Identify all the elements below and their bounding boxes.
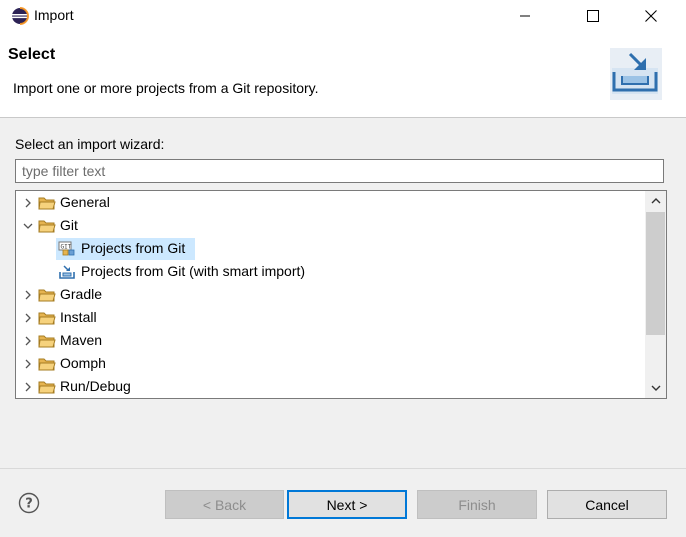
tree-item-label: Projects from Git (with smart import) — [81, 263, 306, 279]
wizard-tree[interactable]: General Git GIT Projects from Git Projec… — [15, 190, 667, 399]
folder-icon — [38, 381, 56, 394]
wizard-list-label: Select an import wizard: — [15, 136, 165, 152]
finish-button[interactable]: Finish — [417, 490, 537, 519]
tree-item-label: Install — [60, 309, 97, 325]
tree-item-oomph[interactable]: Oomph — [16, 353, 644, 375]
page-description: Import one or more projects from a Git r… — [13, 80, 319, 96]
tree-item-label: Run/Debug — [60, 378, 131, 394]
chevron-down-icon — [651, 385, 660, 391]
chevron-right-icon[interactable] — [21, 355, 35, 373]
scroll-thumb[interactable] — [646, 212, 665, 335]
tree-item-git[interactable]: Git — [16, 215, 644, 237]
git-projects-icon: GIT — [58, 241, 75, 256]
minimize-icon — [520, 15, 530, 17]
tree-item-label: Maven — [60, 332, 103, 348]
tree-item-install[interactable]: Install — [16, 307, 644, 329]
chevron-right-icon[interactable] — [21, 194, 35, 212]
eclipse-icon — [12, 7, 29, 25]
folder-icon — [38, 358, 56, 371]
tree-item-gradle[interactable]: Gradle — [16, 284, 644, 306]
close-button[interactable] — [628, 0, 674, 32]
scroll-up-button[interactable] — [645, 191, 666, 211]
help-icon[interactable]: ? — [18, 492, 40, 514]
folder-icon — [38, 197, 56, 210]
minimize-button[interactable] — [502, 0, 548, 32]
page-title: Select — [8, 46, 56, 63]
folder-icon — [38, 335, 56, 348]
tree-item-label: Git — [60, 217, 78, 233]
chevron-right-icon[interactable] — [21, 309, 35, 327]
scroll-down-button[interactable] — [645, 378, 666, 398]
chevron-right-icon[interactable] — [21, 286, 35, 304]
import-wizard-icon — [610, 48, 662, 100]
wizard-header: Select Import one or more projects from … — [0, 32, 686, 118]
tree-item-label: Projects from Git — [81, 240, 186, 256]
svg-text:?: ? — [25, 497, 33, 512]
tree-item-run-debug[interactable]: Run/Debug — [16, 376, 644, 398]
cancel-button[interactable]: Cancel — [547, 490, 667, 519]
tree-item-label: Oomph — [60, 355, 106, 371]
tree-item-maven[interactable]: Maven — [16, 330, 644, 352]
folder-icon — [38, 312, 56, 325]
next-button[interactable]: Next > — [287, 490, 407, 519]
folder-icon — [38, 289, 56, 302]
maximize-icon — [587, 10, 599, 22]
footer-separator — [0, 468, 686, 469]
close-icon — [645, 10, 657, 22]
chevron-right-icon[interactable] — [21, 332, 35, 350]
tree-item-general[interactable]: General — [16, 192, 644, 214]
svg-text:GIT: GIT — [61, 244, 72, 251]
chevron-right-icon[interactable] — [21, 378, 35, 396]
filter-input[interactable] — [15, 159, 664, 183]
tree-scrollbar[interactable] — [645, 191, 666, 398]
tree-item-projects-from-git[interactable]: GIT Projects from Git — [16, 238, 644, 260]
folder-open-icon — [38, 220, 56, 233]
maximize-button[interactable] — [570, 0, 616, 32]
smart-import-icon — [59, 265, 75, 279]
chevron-up-icon — [651, 198, 660, 204]
tree-item-label: Gradle — [60, 286, 103, 302]
tree-item-label: General — [60, 194, 110, 210]
window-title: Import — [34, 7, 74, 23]
chevron-down-icon[interactable] — [21, 217, 35, 235]
back-button[interactable]: < Back — [165, 490, 284, 519]
title-bar: Import — [0, 0, 686, 32]
tree-item-projects-from-git-smart-import[interactable]: Projects from Git (with smart import) — [16, 261, 644, 283]
